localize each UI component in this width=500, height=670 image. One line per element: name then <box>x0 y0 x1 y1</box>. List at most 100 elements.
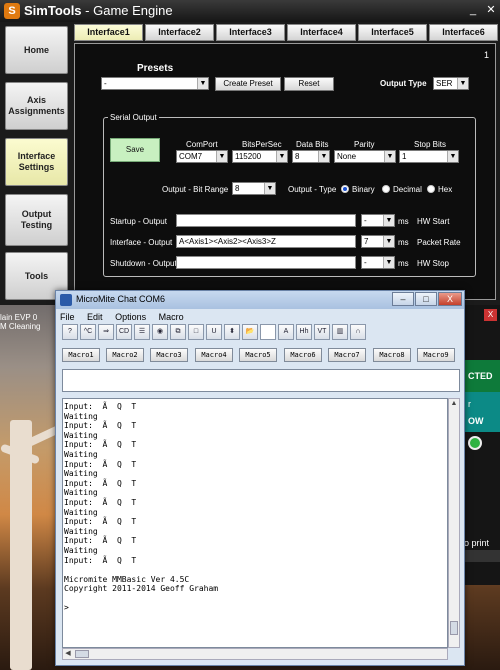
status-icon <box>468 436 482 450</box>
command-input[interactable] <box>62 369 460 392</box>
output-type-format-label: Output - Type <box>288 185 337 194</box>
bitspersec-label: BitsPerSec <box>242 140 282 149</box>
chevron-down-icon: ▼ <box>276 151 287 162</box>
title-brand: SimTools <box>24 3 82 18</box>
panel-number: 1 <box>483 50 489 60</box>
tab-interface6[interactable]: Interface6 <box>429 24 498 41</box>
shutdown-output-field[interactable] <box>176 256 356 269</box>
output-type-select[interactable]: SER ▼ <box>433 77 469 90</box>
scroll-left-icon[interactable]: ◀ <box>63 649 73 659</box>
help-icon[interactable]: ? <box>62 324 78 340</box>
tab-interface1[interactable]: Interface1 <box>74 24 143 41</box>
macro4-button[interactable]: Macro4 <box>195 348 233 362</box>
macro8-button[interactable]: Macro8 <box>373 348 411 362</box>
horizontal-scrollbar[interactable]: ◀ <box>62 648 448 660</box>
copy-icon[interactable]: ⧉ <box>170 324 186 340</box>
menu-macro[interactable]: Macro <box>159 312 184 322</box>
nav-axis-assignments-button[interactable]: Axis Assignments <box>5 82 68 130</box>
presets-select[interactable]: - ▼ <box>101 77 209 90</box>
cd-icon[interactable]: CD <box>116 324 132 340</box>
save-button[interactable]: Save <box>110 138 160 162</box>
scroll-thumb[interactable] <box>450 621 458 635</box>
window-title: SimTools - Game Engine <box>24 3 173 18</box>
scroll-thumb[interactable] <box>75 650 89 658</box>
menu-file[interactable]: File <box>60 312 75 322</box>
hw-stop-label: HW Stop <box>417 259 450 268</box>
chevron-down-icon: ▼ <box>383 257 394 268</box>
create-preset-button[interactable]: Create Preset <box>215 77 281 91</box>
folder-icon[interactable]: 📂 <box>242 324 258 340</box>
tab-interface2[interactable]: Interface2 <box>145 24 214 41</box>
bitspersec-select[interactable]: 115200 ▼ <box>232 150 288 163</box>
databits-select[interactable]: 8 ▼ <box>292 150 330 163</box>
chevron-down-icon: ▼ <box>197 78 208 89</box>
reset-button[interactable]: Reset <box>284 77 334 91</box>
record-icon[interactable]: ◉ <box>152 324 168 340</box>
bit-range-select[interactable]: 8 ▼ <box>232 182 276 195</box>
macro3-button[interactable]: Macro3 <box>150 348 188 362</box>
close-button[interactable]: ✕ <box>484 3 498 17</box>
ctrl-c-icon[interactable]: ^C <box>80 324 96 340</box>
binary-radio[interactable] <box>341 185 349 193</box>
startup-ms-select[interactable]: - ▼ <box>361 214 395 227</box>
app-button[interactable]: OW <box>464 410 500 432</box>
menu-edit[interactable]: Edit <box>87 312 103 322</box>
nav-output-testing-button[interactable]: Output Testing <box>5 194 68 246</box>
shutdown-output-label: Shutdown - Output <box>110 259 177 268</box>
vt-icon[interactable]: VT <box>314 324 330 340</box>
close-button[interactable]: X <box>438 292 462 306</box>
chevron-down-icon: ▼ <box>457 78 468 89</box>
binary-label: Binary <box>352 185 375 194</box>
comport-select[interactable]: COM7 ▼ <box>176 150 228 163</box>
minimize-button[interactable]: – <box>392 292 414 306</box>
interface-output-field[interactable]: A<Axis1><Axis2><Axis3>Z <box>176 235 356 248</box>
macro5-button[interactable]: Macro5 <box>239 348 277 362</box>
font-icon[interactable]: A <box>278 324 294 340</box>
decimal-label: Decimal <box>393 185 422 194</box>
vertical-scrollbar[interactable]: ▲ <box>448 398 460 648</box>
blank-icon[interactable] <box>260 324 276 340</box>
startup-ms-label: ms <box>398 217 409 226</box>
transfer-icon[interactable]: ⬍ <box>224 324 240 340</box>
arrow-right-icon[interactable]: ⇒ <box>98 324 114 340</box>
macro7-button[interactable]: Macro7 <box>328 348 366 362</box>
shutdown-ms-select[interactable]: - ▼ <box>361 256 395 269</box>
scroll-up-icon[interactable]: ▲ <box>449 399 459 409</box>
minimize-button[interactable]: _ <box>466 3 480 17</box>
interface-output-label: Interface - Output <box>110 238 173 247</box>
hex-view-icon[interactable]: Hh <box>296 324 312 340</box>
tab-interface5[interactable]: Interface5 <box>358 24 427 41</box>
nav-home-button[interactable]: Home <box>5 26 68 74</box>
dropdown[interactable] <box>464 550 500 562</box>
startup-output-field[interactable] <box>176 214 356 227</box>
macro1-button[interactable]: Macro1 <box>62 348 100 362</box>
parity-select[interactable]: None ▼ <box>334 150 396 163</box>
window-title: MicroMite Chat COM6 <box>76 294 166 304</box>
macro9-button[interactable]: Macro9 <box>417 348 455 362</box>
menu-options[interactable]: Options <box>115 312 146 322</box>
interface-ms-select[interactable]: 7 ▼ <box>361 235 395 248</box>
tab-interface4[interactable]: Interface4 <box>287 24 356 41</box>
stopbits-select[interactable]: 1 ▼ <box>399 150 459 163</box>
page-icon[interactable]: □ <box>188 324 204 340</box>
maximize-button[interactable]: □ <box>415 292 437 306</box>
presets-label: Presets <box>137 63 174 74</box>
tab-interface3[interactable]: Interface3 <box>216 24 285 41</box>
startup-ms-value: - <box>364 216 367 225</box>
hex-radio[interactable] <box>427 185 435 193</box>
nav-interface-settings-button[interactable]: Interface Settings <box>5 138 68 186</box>
simtools-window: S SimTools - Game Engine _ ✕ Home Axis A… <box>0 0 500 305</box>
close-icon[interactable]: X <box>484 309 497 321</box>
bitspersec-value: 115200 <box>235 152 262 161</box>
toolbar: ? ^C ⇒ CD ☰ ◉ ⧉ □ U ⬍ 📂 A Hh VT ▥ ∩ <box>62 324 462 342</box>
upload-icon[interactable]: U <box>206 324 222 340</box>
bit-range-value: 8 <box>235 184 240 193</box>
console-output[interactable]: Input: Ã Q T Waiting Input: Ã Q T Waitin… <box>62 398 448 648</box>
decimal-radio[interactable] <box>382 185 390 193</box>
presets-value: - <box>104 79 107 88</box>
list-icon[interactable]: ☰ <box>134 324 150 340</box>
arch-icon[interactable]: ∩ <box>350 324 366 340</box>
macro6-button[interactable]: Macro6 <box>284 348 322 362</box>
macro2-button[interactable]: Macro2 <box>106 348 144 362</box>
columns-icon[interactable]: ▥ <box>332 324 348 340</box>
